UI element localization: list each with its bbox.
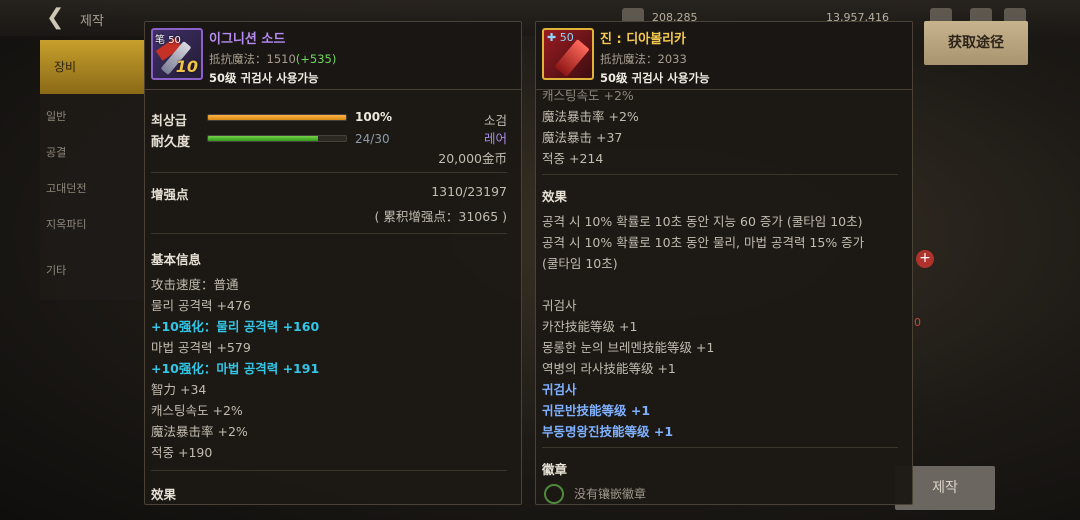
stat-line: 攻击速度：普通 <box>151 277 239 292</box>
class-header-blue: 귀검사 <box>542 382 577 397</box>
effect-line: 공격 시 10% 확률로 10초 동안 물리, 마법 공격력 15% 증가 <box>542 235 865 250</box>
grade-percent: 100% <box>355 110 393 124</box>
skill-line: 몽롱한 눈의 브레멘技能等级 +1 <box>542 340 715 355</box>
grade-bar <box>207 114 347 121</box>
enhance-total: ( 累积增强点：31065 ) <box>374 209 507 224</box>
sidebar-item-dungeon[interactable]: 고대던전 <box>46 180 86 196</box>
stat-line: 적중 +190 <box>151 445 213 460</box>
item-tooltip-compare: ✚ 50 진 : 디아볼리카 抵抗魔法：2033 50级 귀검사 사용가능 캐스… <box>535 21 913 505</box>
stat-line: 마법 공격력 +579 <box>151 340 251 355</box>
class-header: 귀검사 <box>542 298 577 313</box>
basic-info-header: 基本信息 <box>151 252 202 267</box>
effect-line: 공격 시 10% 확률로 10초 동안 지능 60 증가 (쿨타임 10초) <box>542 214 863 229</box>
durability-value: 24/30 <box>355 132 390 146</box>
durability-bar <box>207 135 347 142</box>
sell-price: 20,000金币 <box>438 151 507 166</box>
divider <box>542 174 898 175</box>
tooltip-body: 캐스팅속도 +2% 魔法暴击率 +2% 魔法暴击 +37 적중 +214 效果 … <box>536 88 912 504</box>
weapon-type: 소검 <box>483 113 507 128</box>
divider <box>151 172 507 173</box>
item-magic-resist: 抵抗魔法：1510(+535) <box>209 52 337 66</box>
skill-line: 역병의 라사技能等级 +1 <box>542 361 676 376</box>
item-tooltip-current: 笔 50 10 이그니션 소드 抵抗魔法：1510(+535) 50级 귀검사 … <box>144 21 522 505</box>
stat-line: 캐스팅속도 +2% <box>151 403 243 418</box>
sidebar-item-2[interactable]: 공결 <box>46 144 66 160</box>
add-icon[interactable]: + <box>916 250 934 268</box>
sidebar-item-other[interactable]: 기타 <box>46 262 66 278</box>
stat-line: 魔法暴击率 +2% <box>151 424 248 439</box>
item-requirement: 50级 귀검사 사용가능 <box>209 71 319 85</box>
skill-line-blue: 부동명왕진技能等级 +1 <box>542 424 674 439</box>
durability-label: 耐久度 <box>151 135 191 150</box>
divider <box>151 233 507 234</box>
stat-line-cut: 캐스팅속도 +2% <box>542 88 634 103</box>
item-name: 이그니션 소드 <box>209 32 286 47</box>
tooltip-header: ✚ 50 진 : 디아볼리카 抵抗魔法：2033 50级 귀검사 사용가능 <box>536 22 912 90</box>
back-arrow-icon[interactable]: ❮ <box>46 6 70 30</box>
effect-line: (쿨타임 10초) <box>542 256 618 271</box>
sword-icon: 笔 50 10 <box>151 28 203 80</box>
screen-title: 제작 <box>80 14 104 29</box>
stat-line: 魔法暴击率 +2% <box>542 109 639 124</box>
stat-line: 魔法暴击 +37 <box>542 130 623 145</box>
material-count: 0 <box>914 316 921 329</box>
tooltip-body: 최상급 100% 소검 耐久度 24/30 레어 20,000金币 增强点 13… <box>145 91 521 504</box>
item-magic-resist: 抵抗魔法：2033 <box>600 52 687 66</box>
item-requirement: 50级 귀검사 사용가능 <box>600 71 710 85</box>
emblem-empty-text: 没有镶嵌徽章 <box>574 487 647 501</box>
stat-line-enhance: +10强化：물리 공격력 +160 <box>151 319 320 334</box>
divider <box>151 470 507 471</box>
sidebar-item-hell[interactable]: 지옥파티 <box>46 216 86 232</box>
grade-bar-fill <box>208 115 346 120</box>
enhance-level: 10 <box>175 57 198 76</box>
enhance-value: 1310/23197 <box>431 184 507 199</box>
acquire-route-button[interactable]: 获取途径 <box>924 21 1028 65</box>
stat-line: 智力 +34 <box>151 382 207 397</box>
item-name: 진 : 디아볼리카 <box>600 32 687 47</box>
stat-line: 물리 공격력 +476 <box>151 298 251 313</box>
sidebar-item-general[interactable]: 일반 <box>46 108 66 124</box>
durability-bar-fill <box>208 136 319 141</box>
effect-header: 效果 <box>151 487 177 502</box>
stat-line-enhance: +10强化：마법 공격력 +191 <box>151 361 320 376</box>
skill-line-blue: 귀문반技能等级 +1 <box>542 403 651 418</box>
stat-line: 적중 +214 <box>542 151 604 166</box>
divider <box>542 447 898 448</box>
tooltip-header: 笔 50 10 이그니션 소드 抵抗魔法：1510(+535) 50级 귀검사 … <box>145 22 521 90</box>
grade-label: 최상급 <box>151 114 187 129</box>
sidebar-item-equipment[interactable]: 장비 <box>40 40 144 94</box>
icon-level: 笔 50 <box>155 35 181 46</box>
blade-shape <box>554 39 590 77</box>
legendary-sword-icon: ✚ 50 <box>542 28 594 80</box>
emblem-slot-icon <box>544 484 564 504</box>
emblem-header: 徽章 <box>542 462 568 477</box>
icon-level: ✚ 50 <box>547 31 574 44</box>
skill-line: 카잔技能等级 +1 <box>542 319 638 334</box>
rarity-label: 레어 <box>483 131 507 146</box>
enhance-label: 增强点 <box>151 187 189 202</box>
effect-header: 效果 <box>542 189 568 204</box>
